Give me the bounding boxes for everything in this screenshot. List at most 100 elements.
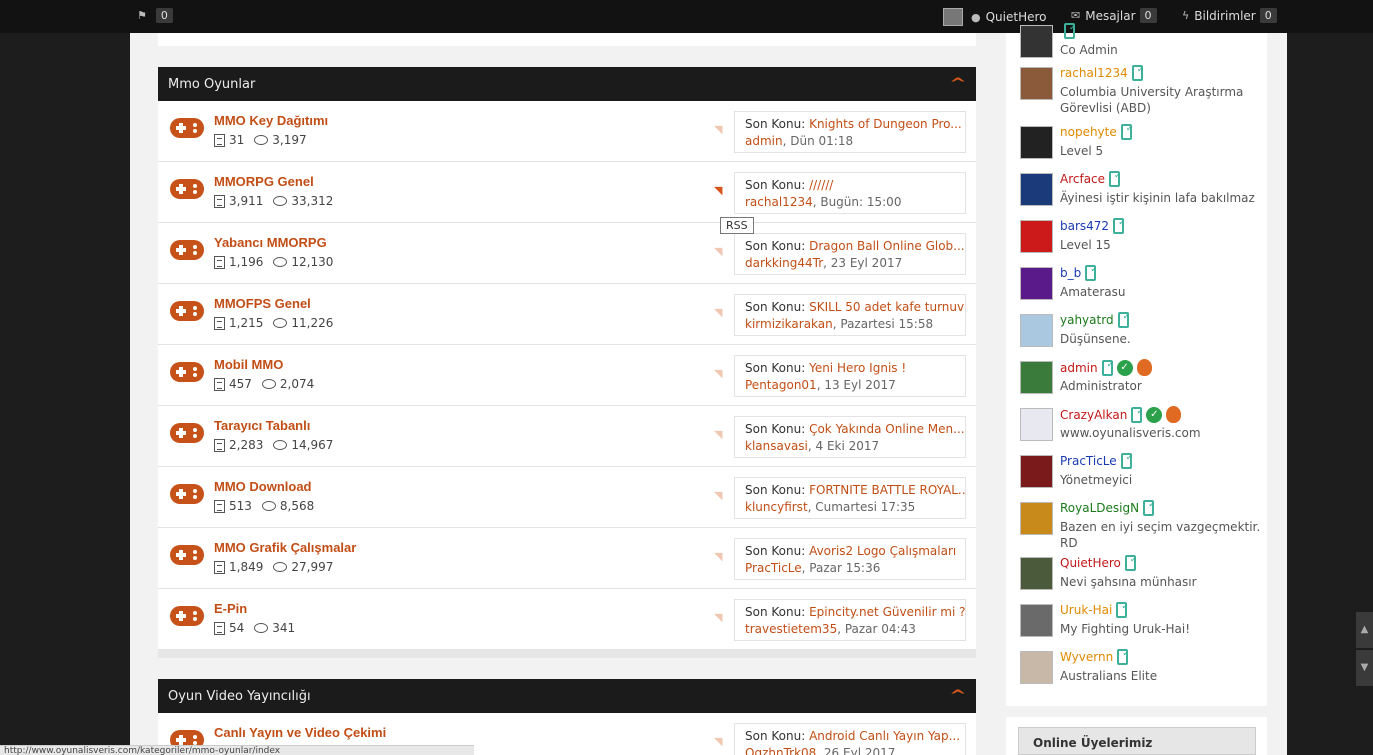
rss-icon[interactable]: ◥ bbox=[714, 611, 722, 624]
messages-button[interactable]: ✉ Mesajlar 0 bbox=[1071, 8, 1157, 23]
staff-avatar[interactable] bbox=[1020, 502, 1053, 535]
category-header[interactable]: Mmo Oyunlar ^ bbox=[158, 67, 976, 101]
staff-name-link[interactable]: yahyatrd bbox=[1060, 313, 1114, 327]
forum-title-link[interactable]: MMO Grafik Çalışmalar bbox=[214, 540, 356, 555]
alerts-button[interactable]: ϟ Bildirimler 0 bbox=[1182, 8, 1277, 23]
last-user-link[interactable]: klansavasi bbox=[745, 439, 808, 453]
forum-title-link[interactable]: MMORPG Genel bbox=[214, 174, 314, 189]
post-count: 27,997 bbox=[291, 560, 334, 574]
last-user-link[interactable]: travestietem35 bbox=[745, 622, 837, 636]
posts-icon bbox=[254, 623, 269, 633]
staff-user-title: Düşünsene. bbox=[1060, 332, 1131, 346]
last-user-link[interactable]: kluncyfirst bbox=[745, 500, 808, 514]
rss-icon[interactable]: ◥ bbox=[714, 123, 722, 136]
last-user-link[interactable]: kirmizikarakan bbox=[745, 317, 833, 331]
last-thread-link[interactable]: ////// bbox=[809, 178, 833, 192]
last-thread-link[interactable]: Knights of Dungeon Pro... bbox=[809, 117, 962, 131]
gamepad-icon bbox=[170, 606, 204, 626]
staff-name-link[interactable]: RoyaLDesigN bbox=[1060, 501, 1139, 515]
last-post-box: Son Konu: Çok Yakında Online Men... klan… bbox=[734, 416, 966, 458]
forum-title-link[interactable]: MMO Key Dağıtımı bbox=[214, 113, 328, 128]
last-thread-link[interactable]: Dragon Ball Online Glob... bbox=[809, 239, 965, 253]
posts-icon bbox=[273, 562, 288, 572]
staff-name-link[interactable]: b_b bbox=[1060, 266, 1081, 280]
forum-title-link[interactable]: Mobil MMO bbox=[214, 357, 283, 372]
staff-avatar[interactable] bbox=[1020, 220, 1053, 253]
rss-icon[interactable]: ◥ bbox=[714, 735, 722, 748]
category-header[interactable]: Oyun Video Yayıncılığı ^ bbox=[158, 679, 976, 713]
posts-icon bbox=[254, 135, 269, 145]
staff-name-line: admin ✓ bbox=[1060, 359, 1152, 376]
staff-avatar[interactable] bbox=[1020, 361, 1053, 394]
collapse-chevron-icon[interactable]: ^ bbox=[949, 76, 967, 92]
page-wrapper: Mmo Oyunlar ^ MMO Key Dağıtımı 31 3,197 … bbox=[130, 23, 1287, 755]
last-thread-link[interactable]: Avoris2 Logo Çalışmaları bbox=[809, 544, 956, 558]
scroll-up-button[interactable]: ▲ bbox=[1356, 612, 1373, 648]
rss-icon[interactable]: ◥ bbox=[714, 428, 722, 441]
last-user-link[interactable]: Pentagon01 bbox=[745, 378, 817, 392]
last-user-link[interactable]: OgzhnTrk08 bbox=[745, 746, 816, 755]
threads-icon bbox=[214, 194, 225, 208]
staff-avatar[interactable] bbox=[1020, 67, 1053, 100]
last-user-link[interactable]: rachal1234 bbox=[745, 195, 813, 209]
last-thread-link[interactable]: Epincity.net Güvenilir mi ? bbox=[809, 605, 965, 619]
forum-title-link[interactable]: Tarayıcı Tabanlı bbox=[214, 418, 310, 433]
user-menu[interactable]: ● QuietHero bbox=[943, 8, 1047, 26]
staff-name-link[interactable]: rachal1234 bbox=[1060, 66, 1128, 80]
forum-title-link[interactable]: MMO Download bbox=[214, 479, 312, 494]
messages-label: Mesajlar bbox=[1085, 8, 1136, 23]
staff-name-link[interactable]: CrazyAlkan bbox=[1060, 408, 1127, 422]
staff-name-link[interactable]: QuietHero bbox=[1060, 556, 1121, 570]
staff-avatar[interactable] bbox=[1020, 267, 1053, 300]
forum-row: MMOFPS Genel 1,215 11,226 ◥ Son Konu: SK… bbox=[158, 284, 976, 345]
staff-avatar[interactable] bbox=[1020, 408, 1053, 441]
rss-icon[interactable]: ◥ bbox=[714, 489, 722, 502]
rss-icon[interactable]: ◥ bbox=[714, 550, 722, 563]
bolt-icon: ϟ bbox=[1182, 9, 1190, 22]
staff-avatar[interactable] bbox=[1020, 651, 1053, 684]
last-thread-link[interactable]: Çok Yakında Online Men... bbox=[809, 422, 965, 436]
last-thread-link[interactable]: Yeni Hero Ignis ! bbox=[809, 361, 906, 375]
thread-count: 31 bbox=[229, 133, 245, 147]
staff-avatar[interactable] bbox=[1020, 173, 1053, 206]
staff-avatar[interactable] bbox=[1020, 126, 1053, 159]
last-thread-link[interactable]: FORTNITE BATTLE ROYAL... bbox=[809, 483, 965, 497]
rss-icon[interactable]: ◥ bbox=[714, 306, 722, 319]
last-user-link[interactable]: admin bbox=[745, 134, 783, 148]
collapse-chevron-icon[interactable]: ^ bbox=[949, 688, 967, 704]
staff-name-link[interactable]: admin bbox=[1060, 361, 1098, 375]
forum-title-link[interactable]: Canlı Yayın ve Video Çekimi bbox=[214, 725, 386, 740]
staff-name-link[interactable]: nopehyte bbox=[1060, 125, 1117, 139]
staff-name-link[interactable]: Wyvernn bbox=[1060, 650, 1113, 664]
rss-icon[interactable]: ◥ bbox=[714, 367, 722, 380]
forum-title-link[interactable]: E-Pin bbox=[214, 601, 247, 616]
flag-button[interactable]: ⚑ 0 bbox=[137, 8, 173, 23]
forum-title-link[interactable]: MMOFPS Genel bbox=[214, 296, 311, 311]
staff-avatar[interactable] bbox=[1020, 314, 1053, 347]
last-user-link[interactable]: darkking44Tr bbox=[745, 256, 823, 270]
forum-row: Mobil MMO 457 2,074 ◥ Son Konu: Yeni Her… bbox=[158, 345, 976, 406]
staff-name-link[interactable]: PracTicLe bbox=[1060, 454, 1117, 468]
rss-icon[interactable]: ◥ bbox=[714, 245, 722, 258]
staff-avatar[interactable] bbox=[1020, 604, 1053, 637]
mobile-badge-icon bbox=[1101, 359, 1114, 376]
last-thread-link[interactable]: SKILL 50 adet kafe turnuva bbox=[809, 300, 965, 314]
last-post-label: Son Konu: bbox=[745, 300, 806, 314]
scroll-down-button[interactable]: ▼ bbox=[1356, 650, 1373, 686]
thread-count: 1,196 bbox=[229, 255, 264, 269]
forum-stats: 513 8,568 bbox=[214, 499, 314, 513]
staff-name-link[interactable]: Uruk-Hai bbox=[1060, 603, 1112, 617]
staff-name-line: bars472 bbox=[1060, 218, 1126, 234]
staff-avatar[interactable] bbox=[1020, 455, 1053, 488]
staff-user-title: Bazen en iyi seçim vazgeçmektir. RD bbox=[1060, 520, 1261, 550]
rss-icon[interactable]: ◥ bbox=[714, 184, 722, 197]
forum-title-link[interactable]: Yabancı MMORPG bbox=[214, 235, 327, 250]
forum-stats: 3,911 33,312 bbox=[214, 194, 333, 208]
staff-name-link[interactable]: Arcface bbox=[1060, 172, 1105, 186]
staff-avatar[interactable] bbox=[1020, 557, 1053, 590]
staff-name-link[interactable]: bars472 bbox=[1060, 219, 1109, 233]
last-thread-link[interactable]: Android Canlı Yayın Yap... bbox=[809, 729, 960, 743]
alerts-count: 0 bbox=[1259, 8, 1277, 23]
last-user-link[interactable]: PracTicLe bbox=[745, 561, 802, 575]
staff-avatar[interactable] bbox=[1020, 25, 1053, 58]
